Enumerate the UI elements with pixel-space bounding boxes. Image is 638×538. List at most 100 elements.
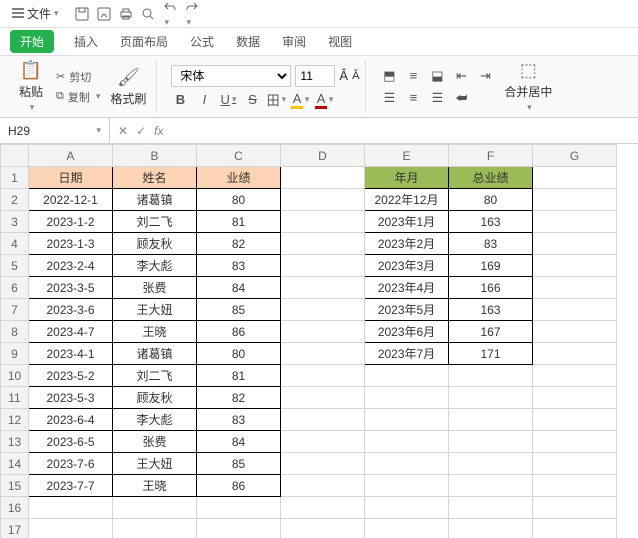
cell[interactable] <box>449 409 533 431</box>
cell[interactable]: 86 <box>197 475 281 497</box>
align-center-icon[interactable]: ≡ <box>404 89 422 107</box>
row-header[interactable]: 11 <box>1 387 29 409</box>
cell[interactable]: 业绩 <box>197 167 281 189</box>
cell[interactable]: 82 <box>197 387 281 409</box>
cell[interactable]: 李大彪 <box>113 409 197 431</box>
align-top-icon[interactable]: ⬒ <box>380 67 398 85</box>
cell[interactable]: 2023-3-5 <box>29 277 113 299</box>
col-header[interactable]: A <box>29 145 113 167</box>
cell[interactable]: 85 <box>197 453 281 475</box>
cell[interactable]: 李大彪 <box>113 255 197 277</box>
underline-button[interactable]: U <box>219 91 237 109</box>
cell[interactable]: 刘二飞 <box>113 365 197 387</box>
cell[interactable] <box>533 255 617 277</box>
cell[interactable]: 80 <box>449 189 533 211</box>
cell[interactable]: 2023年5月 <box>365 299 449 321</box>
cell[interactable]: 2022-12-1 <box>29 189 113 211</box>
cell[interactable] <box>533 387 617 409</box>
redo-icon[interactable] <box>185 0 199 28</box>
worksheet[interactable]: ABCDEFG1日期姓名业绩年月总业绩22022-12-1诸葛镇802022年1… <box>0 144 638 538</box>
col-header[interactable]: C <box>197 145 281 167</box>
cell[interactable]: 83 <box>197 255 281 277</box>
row-header[interactable]: 10 <box>1 365 29 387</box>
cell[interactable] <box>281 453 365 475</box>
cell[interactable]: 84 <box>197 277 281 299</box>
cell[interactable]: 83 <box>197 409 281 431</box>
print-icon[interactable] <box>119 7 133 21</box>
cell[interactable] <box>365 519 449 538</box>
cell[interactable] <box>365 475 449 497</box>
row-header[interactable]: 2 <box>1 189 29 211</box>
cell[interactable] <box>29 497 113 519</box>
col-header[interactable]: B <box>113 145 197 167</box>
cut-button[interactable]: ✂剪切 <box>56 69 100 85</box>
tab-home[interactable]: 开始 <box>10 30 54 53</box>
cell[interactable]: 83 <box>449 233 533 255</box>
undo-icon[interactable] <box>163 0 177 28</box>
cell[interactable] <box>533 497 617 519</box>
cell[interactable]: 张费 <box>113 277 197 299</box>
row-header[interactable]: 13 <box>1 431 29 453</box>
cell[interactable]: 2023年3月 <box>365 255 449 277</box>
cell[interactable] <box>449 387 533 409</box>
cell[interactable] <box>281 387 365 409</box>
cell[interactable]: 166 <box>449 277 533 299</box>
align-bottom-icon[interactable]: ⬓ <box>428 67 446 85</box>
cell[interactable] <box>533 365 617 387</box>
align-left-icon[interactable]: ☰ <box>380 89 398 107</box>
row-header[interactable]: 5 <box>1 255 29 277</box>
font-size-input[interactable] <box>295 65 335 87</box>
cell[interactable] <box>365 497 449 519</box>
cell[interactable] <box>449 431 533 453</box>
col-header[interactable]: F <box>449 145 533 167</box>
cell[interactable] <box>533 189 617 211</box>
fx-icon[interactable]: fx <box>154 124 163 138</box>
row-header[interactable]: 15 <box>1 475 29 497</box>
increase-indent-icon[interactable]: ⇥ <box>476 67 494 85</box>
cell[interactable] <box>533 409 617 431</box>
cell[interactable] <box>365 387 449 409</box>
row-header[interactable]: 14 <box>1 453 29 475</box>
print-preview-icon[interactable] <box>141 7 155 21</box>
cell[interactable]: 日期 <box>29 167 113 189</box>
cell[interactable]: 2023-4-7 <box>29 321 113 343</box>
cell[interactable]: 163 <box>449 299 533 321</box>
file-menu[interactable]: 文件 ▾ <box>6 3 65 24</box>
cell[interactable] <box>281 211 365 233</box>
cell[interactable]: 年月 <box>365 167 449 189</box>
row-header[interactable]: 1 <box>1 167 29 189</box>
cell[interactable]: 169 <box>449 255 533 277</box>
col-header[interactable]: D <box>281 145 365 167</box>
decrease-font-icon[interactable]: Ǎ <box>352 70 359 82</box>
cell[interactable] <box>365 365 449 387</box>
merge-center-button[interactable]: ⬚ 合并居中 <box>500 58 556 115</box>
cell[interactable]: 171 <box>449 343 533 365</box>
cell[interactable]: 82 <box>197 233 281 255</box>
cell[interactable] <box>281 255 365 277</box>
font-color-button[interactable]: A <box>315 91 333 109</box>
confirm-icon[interactable]: ✓ <box>136 124 146 138</box>
col-header[interactable]: E <box>365 145 449 167</box>
cell[interactable]: 2023-7-7 <box>29 475 113 497</box>
col-header[interactable]: G <box>533 145 617 167</box>
cell[interactable] <box>449 519 533 538</box>
cell[interactable]: 81 <box>197 365 281 387</box>
name-box[interactable]: H29 ▾ <box>0 118 110 143</box>
align-middle-icon[interactable]: ≡ <box>404 67 422 85</box>
cell[interactable]: 总业绩 <box>449 167 533 189</box>
cell[interactable] <box>449 365 533 387</box>
cell[interactable]: 2023-6-4 <box>29 409 113 431</box>
cell[interactable] <box>197 497 281 519</box>
cell[interactable] <box>281 343 365 365</box>
cancel-icon[interactable]: ✕ <box>118 124 128 138</box>
cell[interactable] <box>533 343 617 365</box>
wrap-text-icon[interactable]: ⮨ <box>452 89 470 107</box>
tab-data[interactable]: 数据 <box>234 29 262 54</box>
cell[interactable]: 刘二飞 <box>113 211 197 233</box>
cell[interactable]: 2023-7-6 <box>29 453 113 475</box>
tab-layout[interactable]: 页面布局 <box>118 29 170 54</box>
cell[interactable] <box>281 167 365 189</box>
row-header[interactable]: 16 <box>1 497 29 519</box>
cell[interactable]: 王晓 <box>113 475 197 497</box>
cell[interactable]: 163 <box>449 211 533 233</box>
